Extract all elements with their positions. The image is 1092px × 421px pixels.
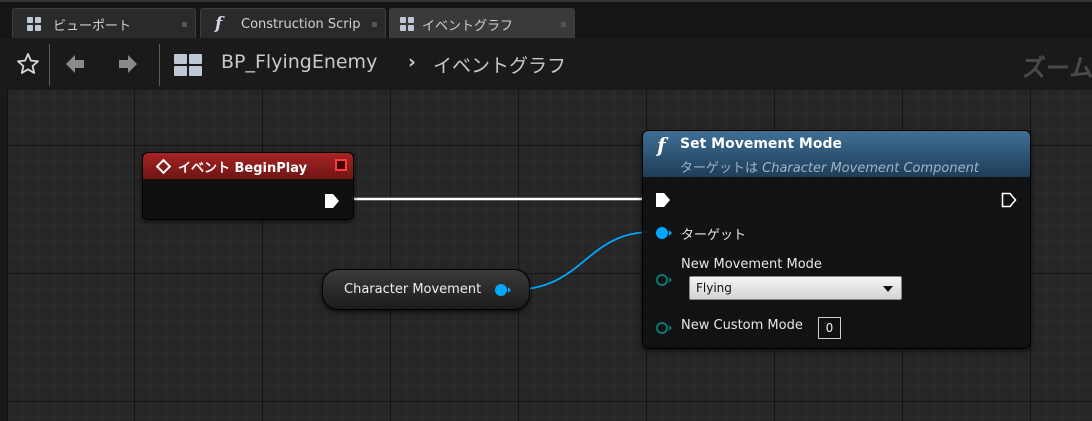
custom-mode-input[interactable]: 0 bbox=[818, 317, 841, 339]
exec-out-pin[interactable] bbox=[324, 193, 340, 209]
tab-label: Construction Scrip bbox=[241, 16, 361, 32]
breadcrumb-graph[interactable]: イベントグラフ bbox=[433, 51, 566, 78]
target-pin-label: ターゲット bbox=[681, 228, 747, 243]
zoom-label: ズーム bbox=[1022, 54, 1092, 82]
target-pin[interactable] bbox=[655, 225, 673, 241]
subtitle-target: Character Movement Component bbox=[762, 161, 979, 176]
movement-mode-dropdown[interactable]: Flying bbox=[689, 276, 902, 300]
blueprint-asset-icon bbox=[174, 54, 202, 76]
favorite-star-button[interactable] bbox=[15, 51, 41, 77]
node-subtitle: ターゲットは Character Movement Component bbox=[680, 157, 979, 176]
dropdown-arrow-icon bbox=[883, 286, 893, 292]
movement-mode-pin[interactable] bbox=[655, 272, 673, 288]
subtitle-prefix: ターゲットは bbox=[680, 161, 763, 176]
delegate-pin-icon[interactable] bbox=[335, 159, 347, 171]
toolbar-divider bbox=[49, 44, 50, 86]
tab-event-graph[interactable]: イベントグラフ bbox=[389, 8, 575, 39]
object-out-pin[interactable] bbox=[494, 282, 512, 298]
tab-construction-script[interactable]: f Construction Scrip bbox=[200, 8, 386, 39]
tab-close-icon[interactable] bbox=[561, 22, 566, 27]
character-movement-variable-node[interactable]: Character Movement bbox=[322, 269, 530, 310]
custom-mode-pin[interactable] bbox=[655, 320, 673, 336]
function-icon: f bbox=[215, 14, 223, 34]
tab-close-icon[interactable] bbox=[182, 22, 187, 27]
node-header: f Set Movement Mode ターゲットは Character Mov… bbox=[643, 131, 1030, 177]
tab-label: ビューポート bbox=[53, 18, 132, 34]
node-title: Set Movement Mode bbox=[680, 136, 842, 152]
movement-mode-label: New Movement Mode bbox=[681, 257, 822, 272]
breadcrumb-separator-icon: › bbox=[408, 51, 416, 73]
document-tab-strip: ビューポート f Construction Scrip イベントグラフ bbox=[0, 0, 1092, 39]
blueprint-graph-icon bbox=[400, 17, 414, 31]
tab-viewport[interactable]: ビューポート bbox=[12, 8, 196, 39]
arrow-right-icon bbox=[119, 55, 137, 73]
custom-mode-label: New Custom Mode bbox=[681, 318, 803, 333]
back-button[interactable] bbox=[62, 51, 88, 77]
tab-close-icon[interactable] bbox=[372, 22, 377, 27]
forward-button[interactable] bbox=[115, 51, 141, 77]
dropdown-value: Flying bbox=[696, 281, 732, 295]
function-icon: f bbox=[657, 133, 666, 157]
variable-label: Character Movement bbox=[344, 282, 482, 297]
tab-label: イベントグラフ bbox=[422, 18, 514, 34]
set-movement-mode-node[interactable]: f Set Movement Mode ターゲットは Character Mov… bbox=[642, 130, 1031, 349]
blueprint-viewport-icon bbox=[27, 17, 41, 31]
star-icon bbox=[17, 53, 39, 74]
arrow-left-icon bbox=[66, 55, 84, 73]
exec-out-pin[interactable] bbox=[1001, 192, 1017, 208]
breadcrumb-asset[interactable]: BP_FlyingEnemy bbox=[221, 51, 377, 73]
exec-in-pin[interactable] bbox=[655, 192, 671, 208]
blueprint-asset-button[interactable] bbox=[173, 52, 203, 78]
graph-toolbar: BP_FlyingEnemy › イベントグラフ ズーム bbox=[7, 38, 1092, 90]
node-header: イベント BeginPlay bbox=[143, 153, 353, 179]
node-title: イベント BeginPlay bbox=[178, 160, 308, 176]
event-diamond-icon bbox=[155, 158, 172, 174]
toolbar-divider bbox=[159, 44, 160, 86]
event-beginplay-node[interactable]: イベント BeginPlay bbox=[142, 152, 354, 220]
